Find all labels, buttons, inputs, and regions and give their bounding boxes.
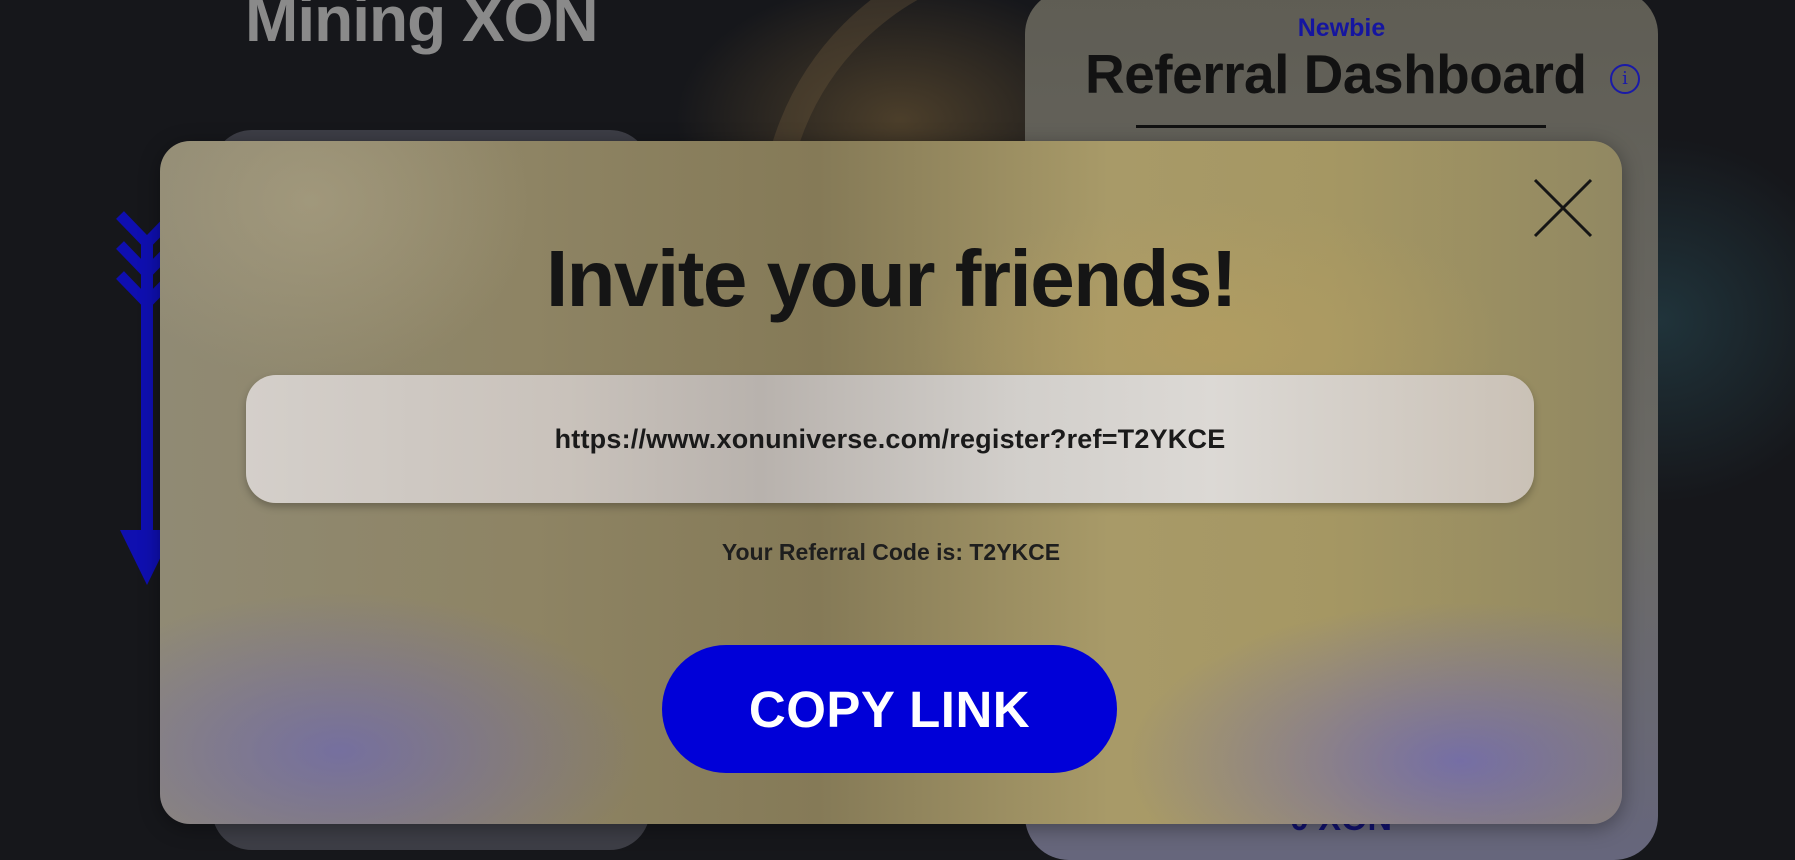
info-icon[interactable]: i — [1610, 64, 1640, 94]
referral-dashboard-title: Referral Dashboard — [1085, 43, 1587, 105]
close-icon[interactable] — [1532, 177, 1594, 239]
modal-title: Invite your friends! — [545, 234, 1238, 323]
mining-page-title: Mining XON — [245, 0, 599, 55]
invite-friends-modal: Invite your friends! https://www.xonuniv… — [160, 141, 1622, 824]
referral-link-field[interactable]: https://www.xonuniverse.com/register?ref… — [246, 375, 1534, 503]
rank-label: Newbie — [1297, 14, 1386, 42]
referral-code-text: Your Referral Code is: T2YKCE — [721, 539, 1061, 565]
referral-link-text[interactable]: https://www.xonuniverse.com/register?ref… — [555, 424, 1226, 455]
copy-link-button[interactable]: COPY LINK — [662, 645, 1117, 773]
title-underline — [1136, 125, 1546, 128]
